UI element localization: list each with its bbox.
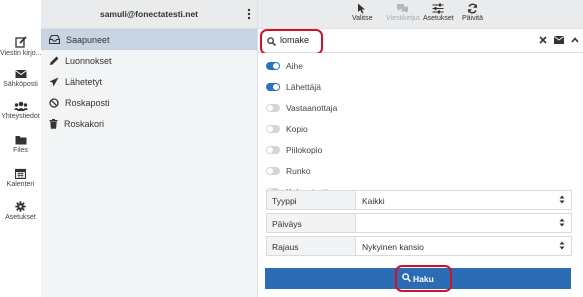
app-navigation-rail: Viestin kirjo... Sähköposti Yhteystiedot…: [0, 0, 42, 297]
envelope-icon: [14, 70, 27, 78]
folder-spam-label: Roskaposti: [65, 97, 110, 108]
search-icon: [402, 273, 411, 282]
folder-inbox-label: Saapuneet: [66, 34, 110, 45]
pencil-icon: [50, 56, 59, 65]
filter-type-label: Tyyppi: [267, 191, 356, 209]
rail-compose-label: Viestin kirjo...: [0, 50, 42, 57]
rail-settings[interactable]: Asetukset: [0, 201, 41, 221]
threads-label: Viestiketjut: [386, 15, 420, 22]
threads-button[interactable]: Viestiketjut: [386, 3, 420, 22]
users-icon: [13, 101, 28, 111]
folder-sent-label: Lähetetyt: [65, 76, 103, 87]
scope-toggle-recipient[interactable]: Vastaanottaja: [266, 101, 337, 115]
close-icon[interactable]: [539, 36, 547, 44]
search-submit-button[interactable]: Haku: [265, 265, 571, 292]
toggle-switch[interactable]: [266, 83, 280, 91]
select-label: Valitse: [352, 15, 373, 22]
rail-compose[interactable]: Viestin kirjo...: [0, 36, 42, 57]
toggle-switch[interactable]: [266, 62, 280, 70]
refresh-icon: [467, 3, 478, 14]
search-bar: [258, 29, 583, 55]
filter-scope-value: Nykyinen kansio: [362, 242, 424, 252]
filter-scope: Rajaus Nykyinen kansio: [266, 236, 572, 256]
toggle-switch[interactable]: [266, 125, 280, 133]
trash-icon: [49, 118, 58, 129]
inbox-icon: [49, 35, 60, 44]
folder-icon: [15, 136, 26, 145]
filter-date-label: Päiväys: [267, 214, 356, 232]
rail-settings-label: Asetukset: [5, 214, 36, 221]
folder-trash[interactable]: Roskakori: [41, 113, 257, 134]
settings-toolbar-label: Asetukset: [423, 15, 454, 22]
gear-icon: [15, 201, 26, 212]
scope-toggle-cc[interactable]: Kopio: [266, 122, 308, 136]
select-arrows-icon: [559, 241, 565, 250]
select-arrows-icon: [559, 195, 565, 204]
filter-scope-label: Rajaus: [267, 237, 356, 255]
search-submit-label: Haku: [413, 274, 434, 284]
scope-label: Lähettäjä: [286, 82, 321, 92]
folder-sent[interactable]: Lähetetyt: [41, 71, 257, 92]
folder-trash-label: Roskakori: [64, 118, 105, 129]
select-arrows-icon: [559, 218, 565, 227]
refresh-label: Päivitä: [462, 15, 484, 22]
account-email: samuli@fonectatesti.net: [99, 9, 199, 19]
scope-toggle-bcc[interactable]: Piilokopio: [266, 143, 322, 157]
folder-spam[interactable]: Roskaposti: [41, 92, 257, 113]
scope-label: Kopio: [286, 124, 308, 134]
compose-icon: [14, 36, 27, 48]
paper-plane-icon: [49, 77, 59, 86]
search-options-panel: Aihe Lähettäjä Vastaanottaja Kopio Piilo…: [258, 53, 583, 297]
filter-type: Tyyppi Kaikki: [266, 190, 572, 210]
toggle-switch[interactable]: [266, 104, 280, 112]
filter-scope-select[interactable]: Nykyinen kansio: [356, 237, 571, 255]
rail-mail[interactable]: Sähköposti: [0, 69, 41, 88]
message-toolbar: Valitse Viestiketjut Asetukset Päivitä: [258, 0, 583, 29]
rail-files-label: Files: [13, 147, 28, 154]
rail-calendar-label: Kalenteri: [6, 181, 35, 188]
filter-date-select[interactable]: [356, 214, 571, 232]
more-options-icon[interactable]: [247, 8, 251, 20]
ban-icon: [49, 97, 59, 108]
refresh-button[interactable]: Päivitä: [462, 3, 483, 22]
scope-label: Aihe: [286, 61, 304, 71]
scope-toggle-body[interactable]: Runko: [266, 164, 311, 178]
filter-type-select[interactable]: Kaikki: [356, 191, 571, 209]
rail-files[interactable]: Files: [0, 135, 41, 154]
rail-mail-label: Sähköposti: [3, 81, 38, 88]
search-actions: [539, 36, 579, 44]
cursor-icon: [358, 3, 366, 14]
folder-drafts[interactable]: Luonnokset: [41, 50, 257, 71]
folder-inbox[interactable]: Saapuneet: [41, 29, 257, 50]
calendar-icon: [15, 168, 26, 179]
rail-contacts[interactable]: Yhteystiedot: [0, 101, 41, 120]
chevron-up-icon[interactable]: [571, 36, 579, 44]
search-icon: [267, 37, 276, 46]
settings-toolbar-button[interactable]: Asetukset: [423, 3, 454, 22]
rail-calendar[interactable]: Kalenteri: [0, 168, 41, 188]
filter-type-value: Kaikki: [362, 196, 385, 206]
scope-label: Vastaanottaja: [286, 103, 338, 113]
sliders-icon: [432, 3, 444, 14]
scope-toggle-sender[interactable]: Lähettäjä: [266, 80, 321, 94]
search-input[interactable]: [280, 35, 318, 45]
scope-label: Piilokopio: [286, 145, 323, 155]
toggle-switch[interactable]: [266, 167, 280, 175]
comments-icon: [397, 4, 409, 13]
filter-date: Päiväys: [266, 213, 572, 233]
select-button[interactable]: Valitse: [352, 3, 373, 22]
scope-label: Runko: [286, 166, 311, 176]
folders-header: samuli@fonectatesti.net: [41, 0, 257, 29]
scope-toggle-subject[interactable]: Aihe: [266, 59, 303, 73]
folder-panel: samuli@fonectatesti.net Saapuneet Luonno…: [41, 0, 258, 297]
envelope-icon[interactable]: [554, 36, 564, 44]
rail-contacts-label: Yhteystiedot: [1, 113, 40, 120]
toggle-switch[interactable]: [266, 146, 280, 154]
folder-drafts-label: Luonnokset: [65, 55, 112, 66]
